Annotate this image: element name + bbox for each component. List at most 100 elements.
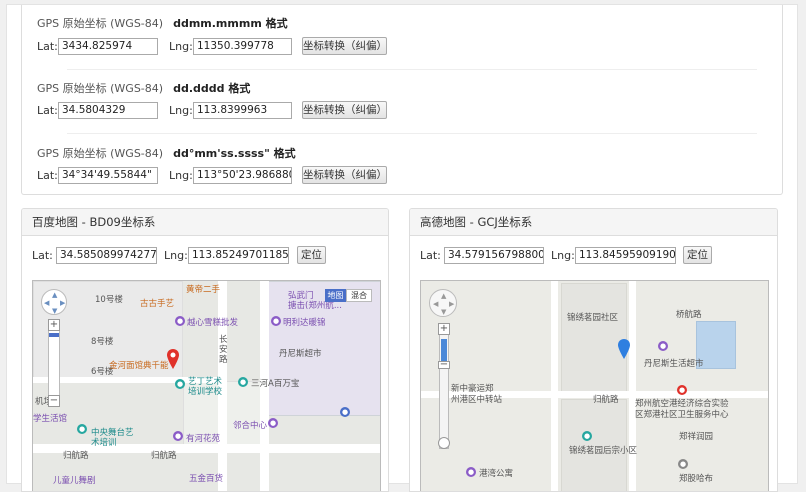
lat-label: Lat: — [420, 249, 441, 262]
zoom-level-fill — [441, 339, 447, 361]
lng-label: Lng: — [551, 249, 575, 262]
map-label: 锦绣茗园后宗小区 — [569, 446, 638, 456]
map-label: 归航路 — [63, 451, 89, 461]
lat-label: Lat: — [32, 249, 53, 262]
lng-label: Lng: — [164, 249, 188, 262]
map-label: 学生活馆 — [33, 414, 68, 424]
pan-control[interactable]: ▲ ▼ ◀ ▶ — [41, 289, 67, 315]
map-label: 越心雪糕批发 — [187, 318, 239, 328]
baidu-map-panel: 百度地图 - BD09坐标系 Lat: 34.58508997427789 Ln… — [21, 208, 389, 492]
map-label: 8号楼 — [91, 337, 114, 347]
lng-input[interactable]: 113°50'23.9868800000 — [193, 167, 292, 184]
gaode-map[interactable]: 锦绣茗园社区 桥航路 ● 丹尼斯生活超市 ● 郑州航空港经济综合实验 区郑港社区… — [420, 280, 769, 491]
zoom-in-button[interactable]: + — [438, 323, 450, 335]
map-label: 中央舞台艺术培训 — [91, 428, 134, 448]
lng-input[interactable]: 11350.399778 — [193, 38, 292, 55]
map-label: 州港区中转站 — [451, 395, 503, 405]
location-marker-icon — [167, 349, 179, 369]
poi-icon: ● — [582, 431, 592, 441]
map-type-map-button[interactable]: 地图 — [325, 289, 346, 302]
poi-icon: ● — [77, 424, 87, 434]
lng-label: Lng: — [169, 169, 193, 182]
page: GPS 原始坐标 (WGS-84) ddmm.mmmm 格式 Lat: 3434.… — [0, 0, 806, 492]
map-label: 区郑港社区卫生服务中心 — [635, 410, 729, 420]
map-label: 丹尼斯生活超市 — [644, 359, 704, 369]
map-label: 郑股哈布 — [679, 474, 714, 484]
poi-icon: ● — [677, 385, 687, 395]
row-title-prefix: GPS 原始坐标 (WGS-84) — [37, 147, 164, 160]
locate-button[interactable]: 定位 — [297, 246, 326, 264]
lat-label: Lat: — [37, 169, 58, 182]
poi-icon: ● — [658, 341, 668, 351]
convert-button[interactable]: 坐标转换（纠偏） — [302, 101, 387, 119]
panel-title: 高德地图 - GCJ坐标系 — [410, 209, 777, 236]
map-label: 郑祥润园 — [679, 432, 714, 442]
map-label: 有河花苑 — [186, 434, 221, 444]
row-divider — [67, 133, 757, 134]
map-area — [561, 283, 627, 393]
panel-title: 百度地图 - BD09坐标系 — [22, 209, 388, 236]
pan-control[interactable]: ▲ ▼ ◀ ▶ — [429, 289, 457, 317]
row-format-label: dd°mm'ss.ssss" 格式 — [173, 147, 296, 160]
lat-label: Lat: — [37, 40, 58, 53]
poi-icon: ● — [173, 431, 183, 441]
lat-input[interactable]: 3434.825974 — [58, 38, 158, 55]
coordinate-converter: GPS 原始坐标 (WGS-84) ddmm.mmmm 格式 Lat: 3434.… — [21, 5, 783, 195]
row-divider — [67, 69, 757, 70]
converter-row-decimal: GPS 原始坐标 (WGS-84) dd.dddd 格式 Lat: 34.5804… — [37, 82, 777, 132]
row-title: GPS 原始坐标 (WGS-84) dd.dddd 格式 — [37, 82, 250, 96]
zoom-slider-handle[interactable]: − — [438, 360, 450, 370]
poi-icon: ● — [238, 377, 248, 387]
gaode-map-panel: 高德地图 - GCJ坐标系 Lat: 34.57915679880055 Lng… — [409, 208, 778, 492]
converter-row-dms: GPS 原始坐标 (WGS-84) dd°mm'ss.ssss" 格式 Lat: … — [37, 147, 777, 187]
lat-input[interactable]: 34.5804329 — [58, 102, 158, 119]
poi-icon: ● — [466, 467, 476, 477]
map-type-hybrid-button[interactable]: 混合 — [346, 289, 372, 302]
zoom-in-button[interactable]: + — [48, 319, 60, 331]
zoom-slider-handle[interactable] — [49, 333, 59, 337]
gaode-lat-input[interactable]: 34.57915679880055 — [444, 247, 544, 264]
locate-button[interactable]: 定位 — [683, 246, 712, 264]
map-label: 三河A百万宝 — [251, 379, 300, 389]
poi-icon: ● — [175, 379, 185, 389]
poi-icon: ● — [678, 459, 688, 469]
map-label: 锦绣茗园社区 — [567, 313, 619, 323]
gaode-lng-input[interactable]: 113.84595909190111 — [575, 247, 676, 264]
row-title: GPS 原始坐标 (WGS-84) ddmm.mmmm 格式 — [37, 17, 288, 31]
row-format-label: dd.dddd 格式 — [173, 82, 251, 95]
map-label: 桥航路 — [676, 310, 702, 320]
zoom-bar[interactable] — [48, 319, 60, 404]
map-label: 黄帝二手 — [186, 285, 221, 295]
baidu-lat-input[interactable]: 34.58508997427789 — [56, 247, 157, 264]
map-road — [551, 281, 558, 491]
lng-label: Lng: — [169, 40, 193, 53]
map-label: 明利达暖锦 — [283, 318, 326, 328]
converter-row-ddmm: GPS 原始坐标 (WGS-84) ddmm.mmmm 格式 Lat: 3434.… — [37, 17, 777, 67]
map-label: 丹尼斯超市 — [279, 349, 322, 359]
map-label: 五金百货 — [189, 474, 224, 484]
poi-icon: ● — [268, 418, 278, 428]
lng-label: Lng: — [169, 104, 193, 117]
poi-icon: ● — [340, 407, 350, 417]
lng-input[interactable]: 113.8399963 — [193, 102, 292, 119]
map-label: 港湾公寓 — [479, 469, 514, 479]
map-label: 长安路 — [219, 335, 228, 365]
convert-button[interactable]: 坐标转换（纠偏） — [302, 166, 387, 184]
zoom-out-button[interactable] — [438, 437, 450, 449]
map-label: 艺丁艺术培训学校 — [188, 377, 223, 397]
map-road — [629, 281, 636, 491]
poi-icon: ● — [271, 316, 281, 326]
poi-icon: ● — [175, 316, 185, 326]
map-label: 10号楼 — [95, 295, 123, 305]
baidu-lng-input[interactable]: 113.85249701185202 — [188, 247, 289, 264]
zoom-out-button[interactable]: − — [48, 395, 60, 407]
convert-button[interactable]: 坐标转换（纠偏） — [302, 37, 387, 55]
app-frame: GPS 原始坐标 (WGS-84) ddmm.mmmm 格式 Lat: 3434.… — [6, 4, 798, 492]
lat-input[interactable]: 34°34'49.55844" — [58, 167, 158, 184]
map-label: 金河面馆典千能 — [109, 361, 169, 371]
map-label: 邻合中心 — [233, 421, 268, 431]
row-format-label: ddmm.mmmm 格式 — [173, 17, 288, 30]
map-label: 归航路 — [151, 451, 177, 461]
lat-label: Lat: — [37, 104, 58, 117]
baidu-map[interactable]: 黄帝二手 古古手艺 10号楼 8号楼 6号楼 ● 越心雪糕批发 ● 明利达暖锦 … — [32, 280, 381, 491]
